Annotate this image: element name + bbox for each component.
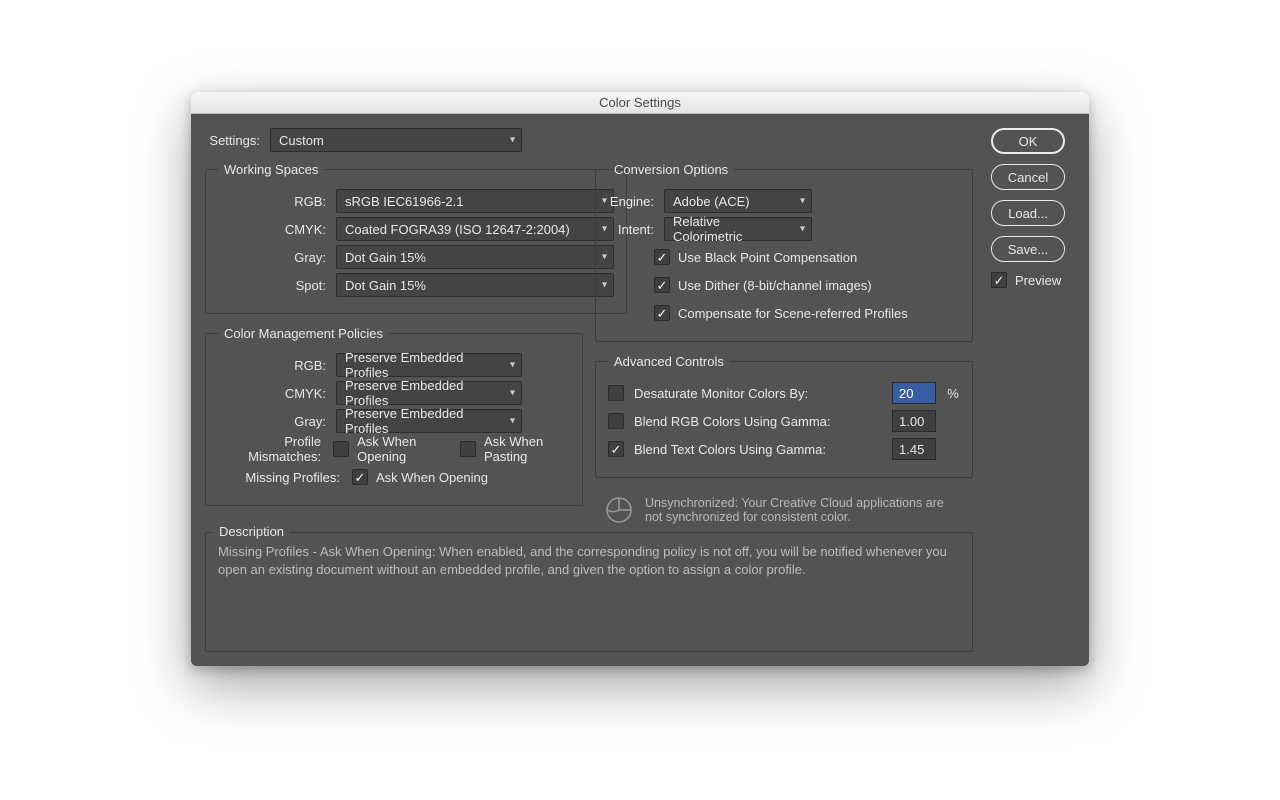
description-legend: Description (213, 524, 290, 539)
pol-gray-label: Gray: (218, 414, 326, 429)
ws-rgb-select[interactable]: sRGB IEC61966-2.1▾ (336, 189, 614, 213)
pol-cmyk-select[interactable]: Preserve Embedded Profiles▾ (336, 381, 522, 405)
settings-label: Settings: (205, 133, 260, 148)
description-text: Missing Profiles - Ask When Opening: Whe… (218, 543, 960, 579)
blend-rgb-label: Blend RGB Colors Using Gamma: (634, 414, 882, 429)
blend-rgb-input[interactable] (892, 410, 936, 432)
preview-label: Preview (1015, 273, 1061, 288)
dialog-content: Settings: Custom ▾ Working Spaces RGB: s… (191, 114, 1089, 666)
side-buttons: OK Cancel Load... Save... Preview (987, 114, 1089, 666)
intent-select[interactable]: Relative Colorimetric▾ (664, 217, 812, 241)
desat-suffix: % (946, 386, 960, 401)
missing-open-checkbox[interactable] (352, 469, 368, 485)
load-button[interactable]: Load... (991, 200, 1065, 226)
blend-text-label: Blend Text Colors Using Gamma: (634, 442, 882, 457)
dither-checkbox[interactable] (654, 277, 670, 293)
save-button[interactable]: Save... (991, 236, 1065, 262)
chevron-down-icon: ▾ (510, 360, 515, 371)
unsync-icon (605, 496, 633, 524)
unsync-text: Unsynchronized: Your Creative Cloud appl… (645, 496, 963, 524)
bpc-label: Use Black Point Compensation (678, 250, 857, 265)
missing-profiles-label: Missing Profiles: (218, 470, 340, 485)
working-spaces-group: Working Spaces RGB: sRGB IEC61966-2.1▾ C… (205, 162, 627, 314)
missing-open-label: Ask When Opening (376, 470, 488, 485)
conversion-legend: Conversion Options (608, 162, 734, 177)
unsync-notice: Unsynchronized: Your Creative Cloud appl… (595, 490, 973, 528)
ws-rgb-label: RGB: (218, 194, 326, 209)
main-panel: Settings: Custom ▾ Working Spaces RGB: s… (191, 114, 987, 666)
chevron-down-icon: ▾ (800, 196, 805, 207)
mismatch-paste-checkbox[interactable] (460, 441, 476, 457)
scene-label: Compensate for Scene-referred Profiles (678, 306, 908, 321)
blend-text-checkbox[interactable] (608, 441, 624, 457)
advanced-legend: Advanced Controls (608, 354, 730, 369)
blend-text-input[interactable] (892, 438, 936, 460)
dither-label: Use Dither (8-bit/channel images) (678, 278, 872, 293)
right-column: Conversion Options Engine: Adobe (ACE)▾ … (595, 162, 973, 528)
chevron-down-icon: ▾ (510, 388, 515, 399)
desat-label: Desaturate Monitor Colors By: (634, 386, 882, 401)
bpc-checkbox[interactable] (654, 249, 670, 265)
pol-cmyk-label: CMYK: (218, 386, 326, 401)
ok-button[interactable]: OK (991, 128, 1065, 154)
preview-checkbox[interactable] (991, 272, 1007, 288)
chevron-down-icon: ▾ (510, 135, 515, 146)
profile-mismatches-label: Profile Mismatches: (218, 434, 321, 464)
chevron-down-icon: ▾ (510, 416, 515, 427)
ws-cmyk-label: CMYK: (218, 222, 326, 237)
desat-checkbox[interactable] (608, 385, 624, 401)
description-box: Missing Profiles - Ask When Opening: Whe… (205, 532, 973, 652)
ws-spot-select[interactable]: Dot Gain 15%▾ (336, 273, 614, 297)
pol-rgb-select[interactable]: Preserve Embedded Profiles▾ (336, 353, 522, 377)
color-settings-dialog: Color Settings Settings: Custom ▾ Workin… (191, 92, 1089, 666)
conversion-group: Conversion Options Engine: Adobe (ACE)▾ … (595, 162, 973, 342)
ws-cmyk-select[interactable]: Coated FOGRA39 (ISO 12647-2:2004)▾ (336, 217, 614, 241)
engine-select[interactable]: Adobe (ACE)▾ (664, 189, 812, 213)
mismatch-open-checkbox[interactable] (333, 441, 349, 457)
policies-group: Color Management Policies RGB: Preserve … (205, 326, 583, 506)
scene-checkbox[interactable] (654, 305, 670, 321)
policies-legend: Color Management Policies (218, 326, 389, 341)
left-column: Working Spaces RGB: sRGB IEC61966-2.1▾ C… (205, 162, 583, 528)
mismatch-paste-label: Ask When Pasting (484, 434, 570, 464)
working-spaces-legend: Working Spaces (218, 162, 324, 177)
cancel-button[interactable]: Cancel (991, 164, 1065, 190)
ws-spot-label: Spot: (218, 278, 326, 293)
engine-label: Engine: (608, 194, 654, 209)
settings-select[interactable]: Custom ▾ (270, 128, 522, 152)
pol-rgb-label: RGB: (218, 358, 326, 373)
ws-gray-select[interactable]: Dot Gain 15%▾ (336, 245, 614, 269)
pol-gray-select[interactable]: Preserve Embedded Profiles▾ (336, 409, 522, 433)
window-title: Color Settings (191, 92, 1089, 114)
desat-input[interactable] (892, 382, 936, 404)
settings-value: Custom (279, 133, 324, 148)
chevron-down-icon: ▾ (800, 224, 805, 235)
advanced-group: Advanced Controls Desaturate Monitor Col… (595, 354, 973, 478)
blend-rgb-checkbox[interactable] (608, 413, 624, 429)
intent-label: Intent: (608, 222, 654, 237)
mismatch-open-label: Ask When Opening (357, 434, 448, 464)
ws-gray-label: Gray: (218, 250, 326, 265)
